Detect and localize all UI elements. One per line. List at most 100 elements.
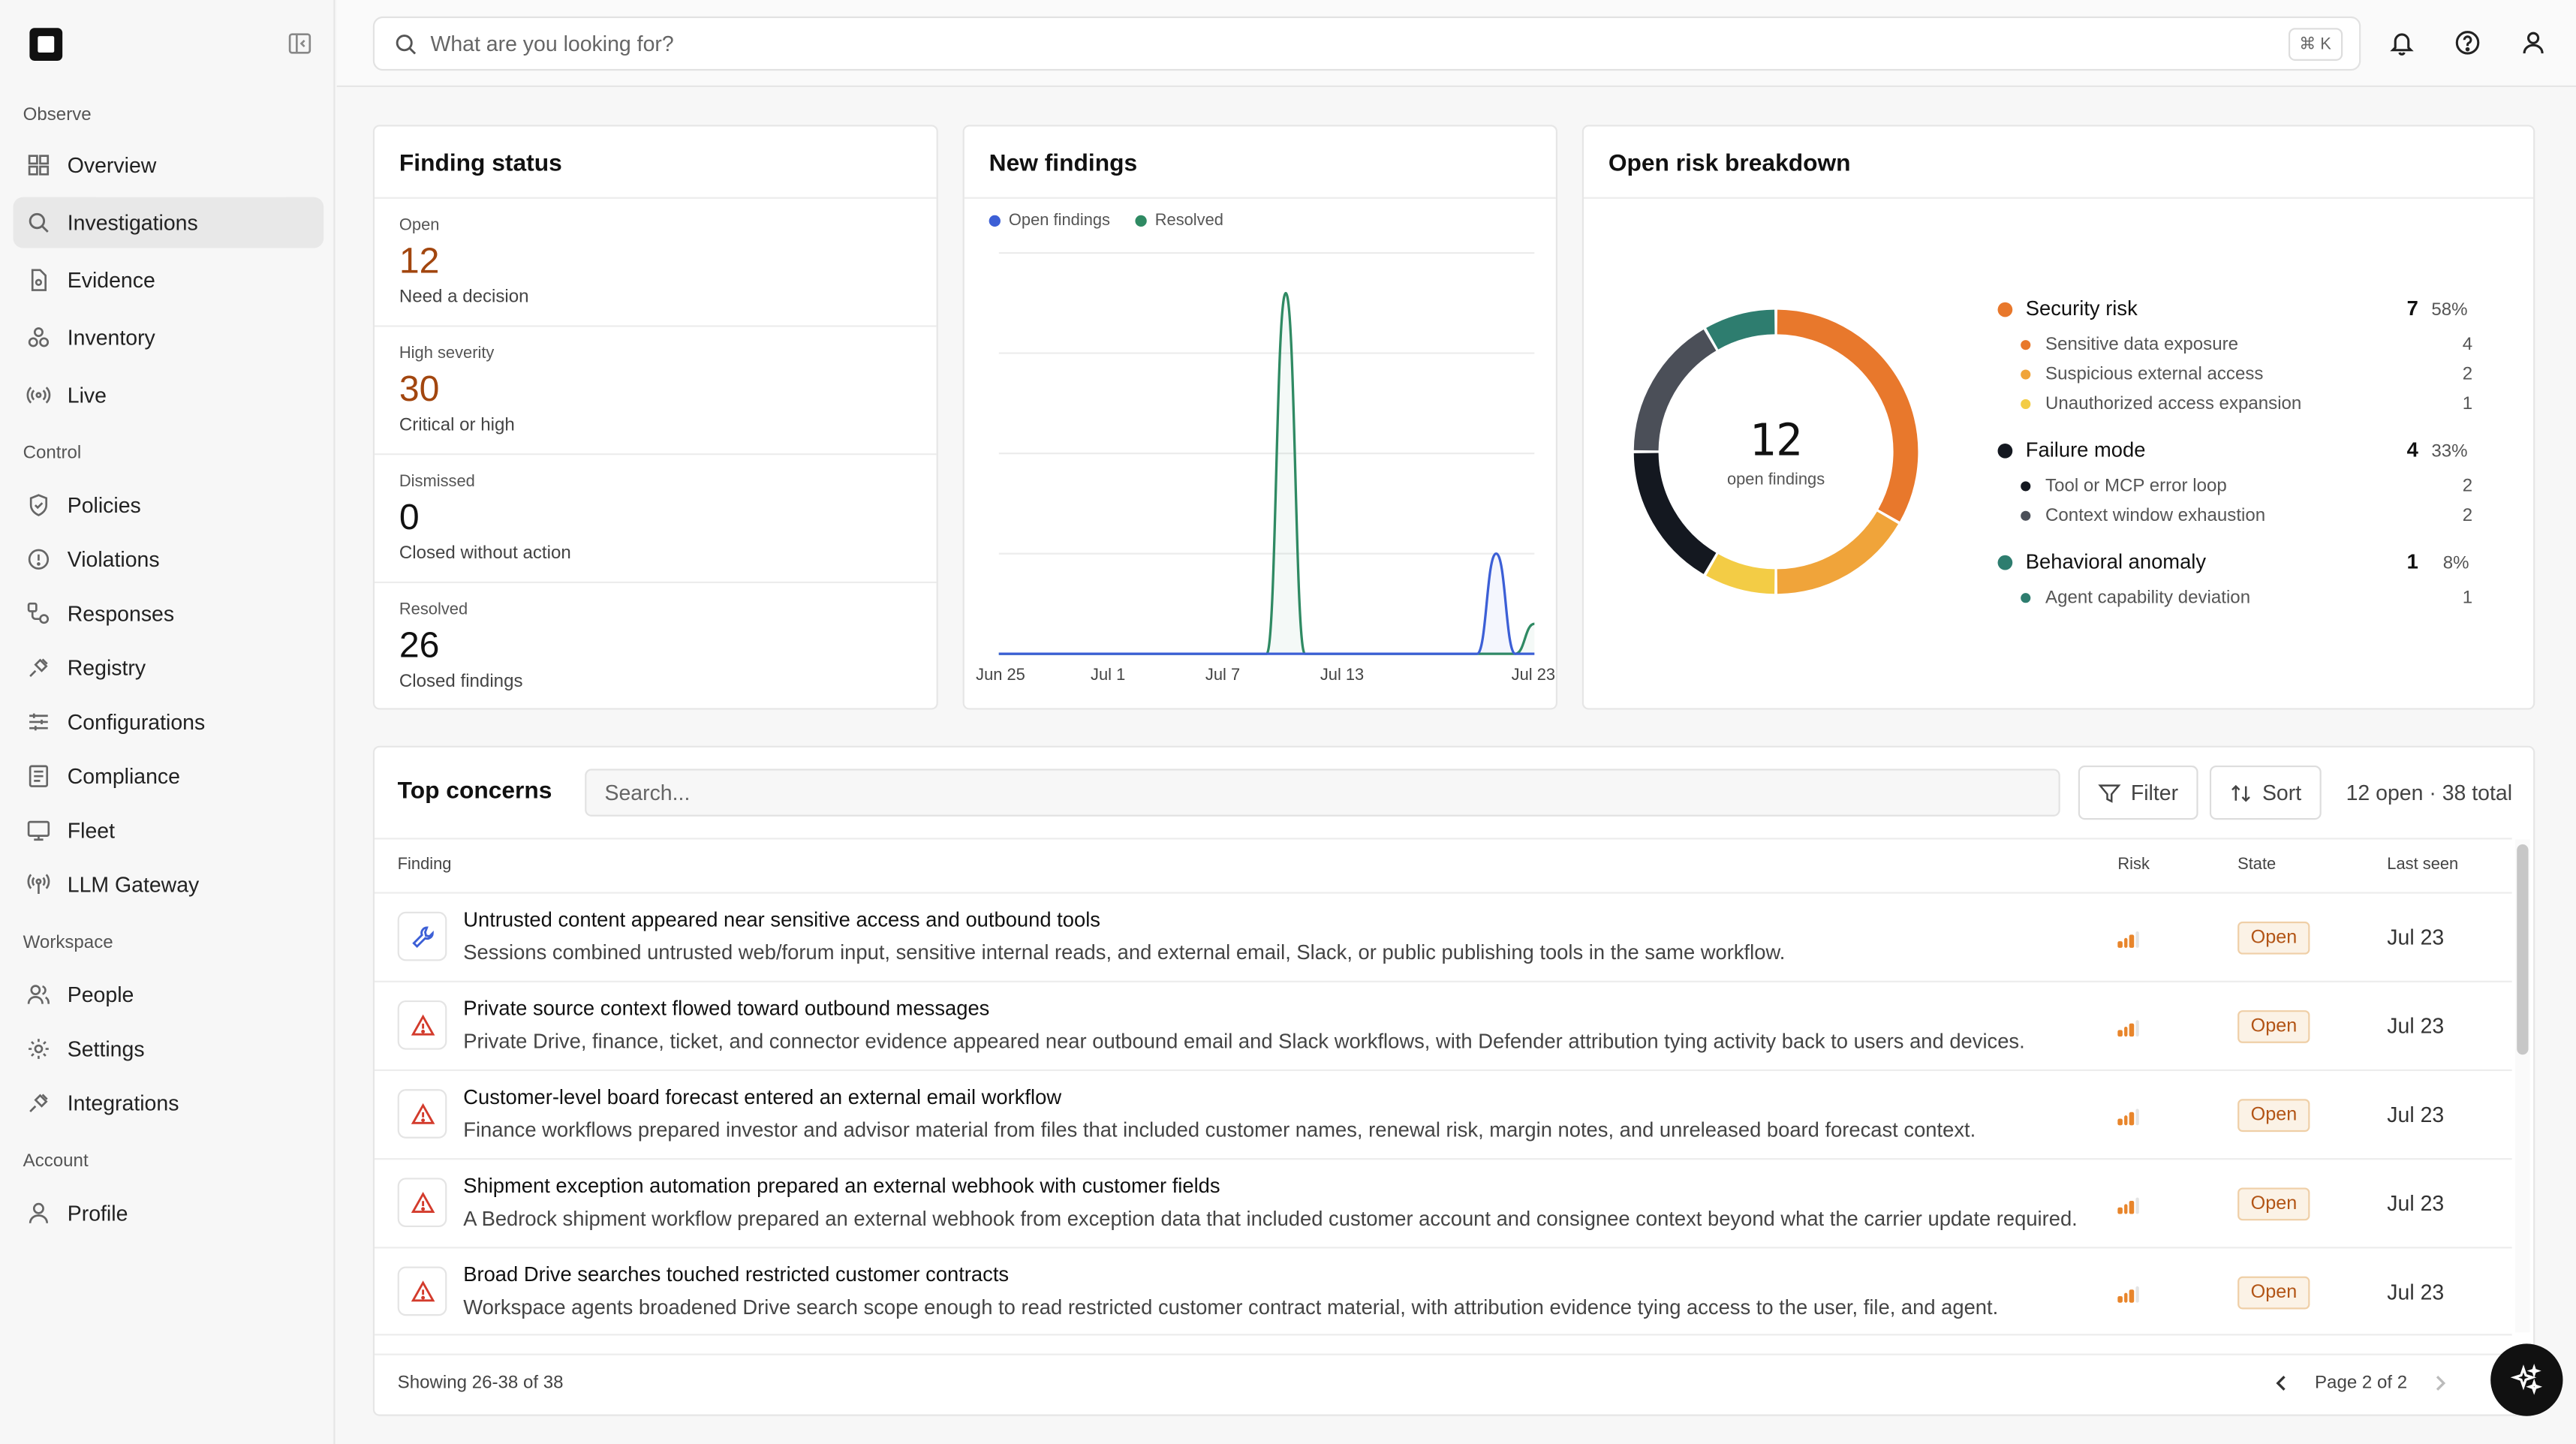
chevron-right-icon[interactable] bbox=[2430, 1373, 2449, 1393]
stat-resolved[interactable]: Resolved 26 Closed findings bbox=[375, 581, 937, 710]
scrollbar-thumb[interactable] bbox=[2517, 844, 2529, 1055]
sidebar-item-responses[interactable]: Responses bbox=[14, 588, 324, 639]
risk-item-count: 2 bbox=[2462, 476, 2473, 497]
finding-description: A Bedrock shipment workflow prepared an … bbox=[463, 1207, 2078, 1231]
table-row[interactable]: Broad Drive searches touched restricted … bbox=[375, 1247, 2512, 1335]
section-account: Account bbox=[23, 1151, 89, 1172]
sidebar-item-settings[interactable]: Settings bbox=[14, 1024, 324, 1075]
sidebar-item-profile[interactable]: Profile bbox=[14, 1187, 324, 1238]
sidebar-item-live[interactable]: Live bbox=[14, 369, 324, 420]
table-row[interactable]: Private source context flowed toward out… bbox=[375, 980, 2512, 1069]
global-search-input[interactable]: What are you looking for? ⌘ K bbox=[372, 16, 2361, 71]
risk-item: Suspicious external access bbox=[2021, 365, 2263, 384]
last-seen-date: Jul 23 bbox=[2387, 1280, 2445, 1304]
sidebar-item-policies[interactable]: Policies bbox=[14, 480, 324, 531]
column-header-risk[interactable]: Risk bbox=[2117, 856, 2150, 874]
sidebar-item-violations[interactable]: Violations bbox=[14, 534, 324, 585]
sidebar-item-integrations[interactable]: Integrations bbox=[14, 1078, 324, 1129]
risk-item: Agent capability deviation bbox=[2021, 588, 2250, 608]
table-row[interactable]: Shipment exception automation prepared a… bbox=[375, 1158, 2512, 1247]
table-row[interactable]: Untrusted content appeared near sensitiv… bbox=[375, 892, 2512, 981]
finding-title[interactable]: Untrusted content appeared near sensitiv… bbox=[463, 908, 1100, 931]
sidebar-item-label: Registry bbox=[67, 655, 146, 681]
sidebar-item-investigations[interactable]: Investigations bbox=[13, 197, 324, 248]
sidebar-item-label: Profile bbox=[67, 1200, 128, 1226]
series-line-resolved[interactable] bbox=[998, 291, 1535, 655]
concerns-search-input[interactable]: Search... bbox=[585, 769, 2060, 817]
sidebar-item-label: Investigations bbox=[67, 210, 198, 235]
stat-sub: Closed findings bbox=[399, 672, 523, 692]
risk-group-behavioral[interactable]: Behavioral anomaly bbox=[1997, 550, 2206, 573]
risk-bar bbox=[2117, 1118, 2122, 1126]
donut-segment[interactable] bbox=[1706, 554, 1775, 594]
alert-circle-icon bbox=[28, 549, 50, 570]
stat-open[interactable]: Open 12 Need a decision bbox=[375, 197, 937, 326]
chevron-left-icon[interactable] bbox=[2272, 1373, 2292, 1393]
donut-segment[interactable] bbox=[1706, 309, 1775, 350]
bell-icon[interactable] bbox=[2388, 29, 2415, 56]
grid-icon bbox=[28, 155, 50, 176]
assistant-button[interactable] bbox=[2490, 1343, 2563, 1416]
state-badge: Open bbox=[2237, 1099, 2310, 1133]
table-row[interactable]: Customer-level board forecast entered an… bbox=[375, 1069, 2512, 1158]
donut-segment[interactable] bbox=[1777, 511, 1899, 594]
finding-description: Private Drive, finance, ticket, and conn… bbox=[463, 1030, 2025, 1054]
filter-button[interactable]: Filter bbox=[2078, 765, 2198, 820]
risk-dot bbox=[2021, 340, 2031, 350]
sidebar-item-llm-gateway[interactable]: LLM Gateway bbox=[14, 859, 324, 910]
series-line-open[interactable] bbox=[998, 552, 1535, 655]
risk-group-failure[interactable]: Failure mode bbox=[1997, 438, 2145, 462]
gear-icon bbox=[29, 1039, 49, 1059]
state-badge: Open bbox=[2237, 921, 2310, 955]
file-icon bbox=[31, 269, 47, 291]
sidebar-item-configurations[interactable]: Configurations bbox=[14, 696, 324, 748]
risk-bar bbox=[2129, 1289, 2134, 1303]
finding-title[interactable]: Private source context flowed toward out… bbox=[463, 997, 989, 1021]
series-area-resolved bbox=[998, 293, 1535, 654]
column-header-state[interactable]: State bbox=[2237, 856, 2276, 874]
logo-icon[interactable] bbox=[29, 28, 63, 61]
risk-item: Context window exhaustion bbox=[2021, 506, 2265, 525]
finding-title[interactable]: Customer-level board forecast entered an… bbox=[463, 1086, 1061, 1109]
x-tick-label: Jul 1 bbox=[1091, 666, 1126, 685]
risk-group-pct: 33% bbox=[2431, 441, 2468, 462]
risk-dot bbox=[1997, 442, 2013, 458]
finding-title[interactable]: Shipment exception automation prepared a… bbox=[463, 1175, 1220, 1198]
sidebar-item-label: Settings bbox=[67, 1036, 145, 1061]
donut-center-label: open findings bbox=[1726, 471, 1825, 490]
risk-bar bbox=[2123, 1204, 2128, 1214]
sidebar-item-fleet[interactable]: Fleet bbox=[14, 805, 324, 856]
search-placeholder: Search... bbox=[604, 780, 691, 805]
filter-icon bbox=[2098, 784, 2121, 802]
stat-high-severity[interactable]: High severity 30 Critical or high bbox=[375, 325, 937, 453]
sidebar-item-registry[interactable]: Registry bbox=[14, 642, 324, 693]
stat-dismissed[interactable]: Dismissed 0 Closed without action bbox=[375, 453, 937, 582]
last-seen-date: Jul 23 bbox=[2387, 1102, 2445, 1127]
sidebar-item-people[interactable]: People bbox=[14, 969, 324, 1020]
risk-dot bbox=[2021, 399, 2031, 410]
risk-dot bbox=[2021, 593, 2031, 603]
risk-item-name: Tool or MCP error loop bbox=[2045, 476, 2227, 497]
help-icon[interactable] bbox=[2454, 29, 2481, 56]
table-scrollbar[interactable] bbox=[2515, 839, 2530, 1333]
finding-title[interactable]: Broad Drive searches touched restricted … bbox=[463, 1263, 1009, 1286]
sidebar-item-label: Overview bbox=[67, 152, 157, 178]
sidebar-item-compliance[interactable]: Compliance bbox=[14, 751, 324, 802]
risk-dot bbox=[2021, 481, 2031, 492]
sidebar-item-overview[interactable]: Overview bbox=[14, 140, 324, 191]
new-findings-card: New findings Open findings Resolved Jun … bbox=[962, 125, 1557, 710]
finding-description: Workspace agents broadened Drive search … bbox=[463, 1295, 1999, 1319]
risk-group-security[interactable]: Security risk bbox=[1997, 297, 2138, 320]
risk-item-count: 4 bbox=[2462, 335, 2473, 355]
sidebar-item-inventory[interactable]: Inventory bbox=[14, 312, 324, 363]
sidebar-collapse-icon[interactable] bbox=[287, 32, 312, 56]
users-icon bbox=[27, 985, 50, 1004]
risk-item: Sensitive data exposure bbox=[2021, 335, 2238, 355]
risk-dot bbox=[2021, 369, 2031, 380]
sidebar-item-evidence[interactable]: Evidence bbox=[14, 254, 324, 305]
sort-button[interactable]: Sort bbox=[2209, 765, 2322, 820]
column-header-finding[interactable]: Finding bbox=[398, 856, 452, 874]
user-icon[interactable] bbox=[2520, 29, 2547, 56]
column-header-last-seen[interactable]: Last seen bbox=[2387, 856, 2458, 874]
warning-icon bbox=[397, 1266, 447, 1316]
